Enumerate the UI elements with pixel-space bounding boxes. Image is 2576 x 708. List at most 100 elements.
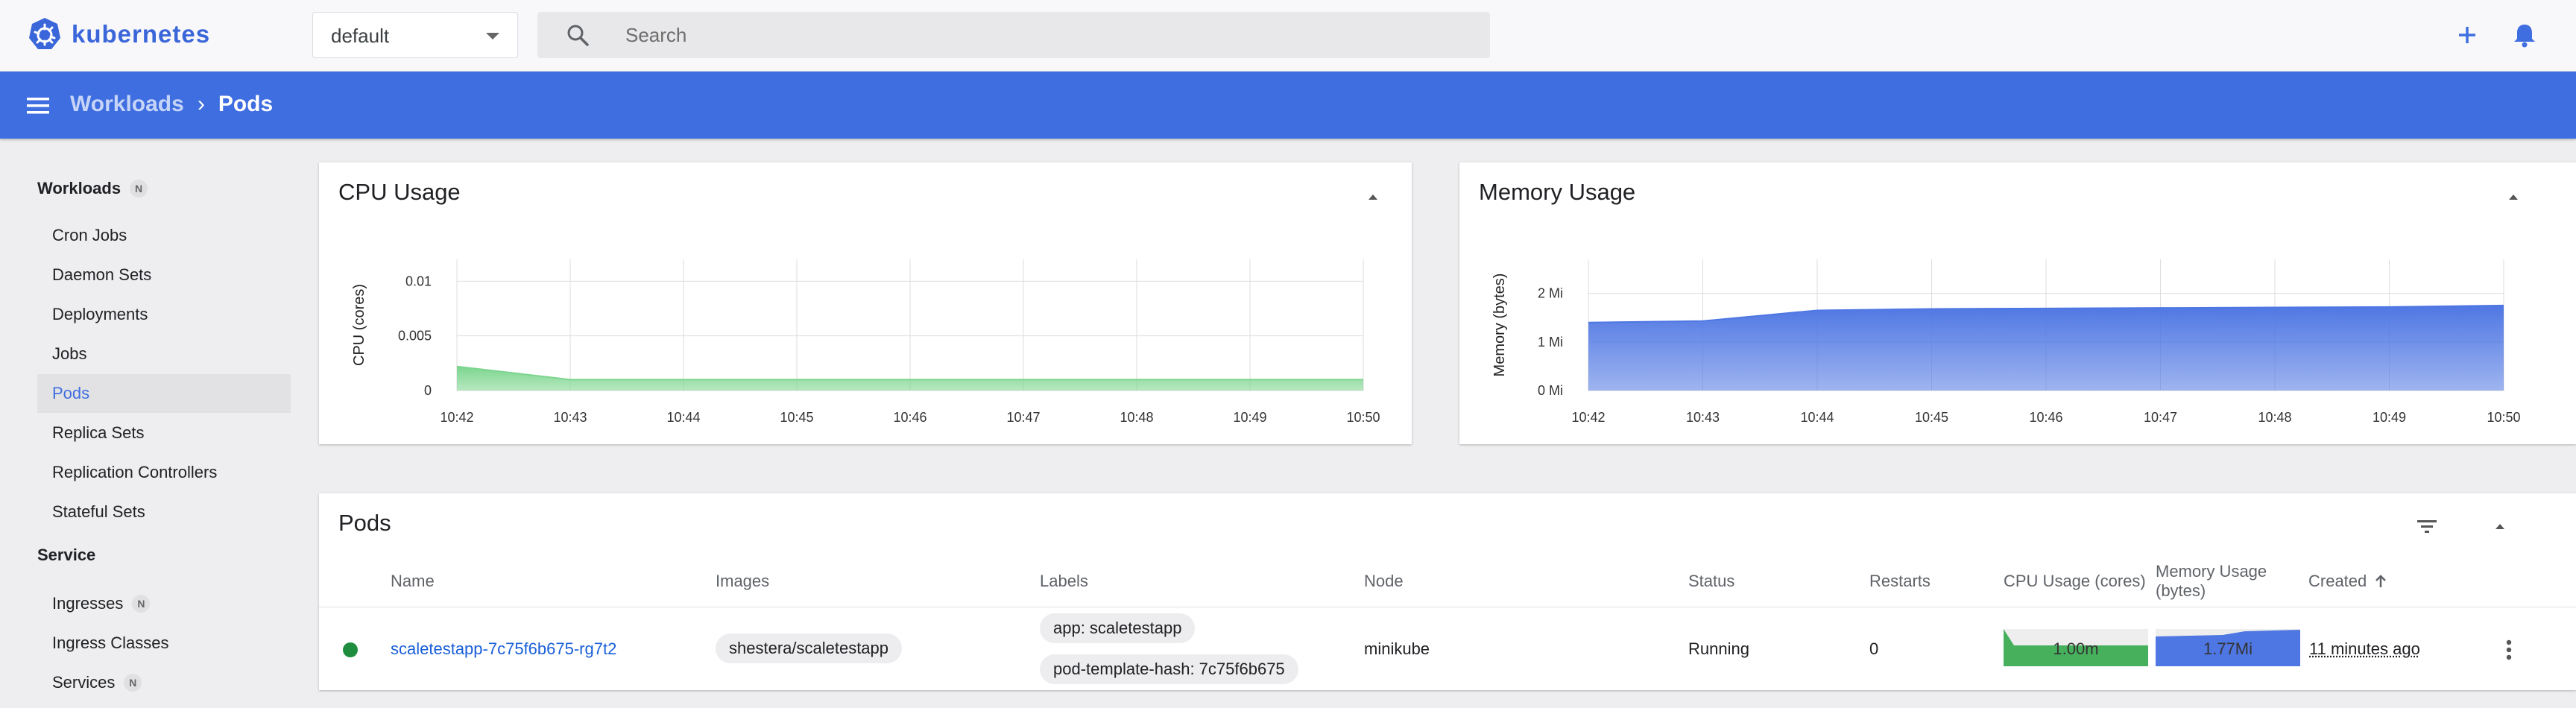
column-header-labels: Labels: [1040, 572, 1088, 590]
header-bar: Workloads › Pods: [0, 72, 2576, 139]
cpu-y-tick-label: 0: [424, 383, 432, 398]
sidebar-section-workloads[interactable]: Workloads N: [37, 179, 148, 198]
memory-x-tick-label: 10:49: [2373, 410, 2406, 425]
memory-usage-card: Memory Usage 0 Mi 1 Mi 2 Mi 10:42 10:43 10:44…: [1459, 162, 2576, 444]
column-header-name[interactable]: Name: [391, 572, 435, 591]
menu-icon[interactable]: [22, 89, 55, 122]
column-header-images: Images: [716, 572, 770, 590]
arrow-up-icon: [2375, 575, 2387, 587]
column-header-node[interactable]: Node: [1364, 572, 1404, 591]
memory-x-tick-label: 10:42: [1571, 410, 1605, 425]
memory-x-tick-label: 10:46: [2029, 410, 2062, 425]
memory-y-tick-label: 1 Mi: [1538, 335, 1563, 350]
sidebar-item-replication-controllers[interactable]: Replication Controllers: [37, 453, 291, 492]
memory-y-tick-label: 0 Mi: [1538, 383, 1563, 398]
status-running-icon: [343, 642, 358, 657]
sidebar-item-label: Ingresses: [52, 594, 124, 613]
pod-restarts: 0: [1869, 639, 1879, 658]
cpu-x-tick-label: 10:47: [1006, 410, 1040, 425]
sidebar-item-services[interactable]: Services N: [37, 663, 291, 702]
sidebar-item-label: Cron Jobs: [52, 226, 127, 244]
more-vert-icon[interactable]: [2498, 635, 2519, 665]
memory-x-tick-label: 10:44: [1800, 410, 1834, 425]
pod-cpu-value: 1.00m: [2053, 639, 2099, 658]
cpu-usage-chart: 0 0.005 0.01 10:42 10:43 10:44 10:45 10:46 10:47…: [351, 259, 1380, 425]
namespaced-badge: N: [124, 674, 142, 692]
memory-y-axis-label: Memory (bytes): [1491, 274, 1508, 377]
kubernetes-logo[interactable]: kubernetes: [27, 16, 210, 52]
cpu-x-tick-label: 10:48: [1120, 410, 1153, 425]
pod-node: minikube: [1364, 639, 1430, 658]
cpu-x-tick-label: 10:50: [1346, 410, 1380, 425]
sidebar-item-label: Ingress Classes: [52, 633, 169, 652]
sidebar: Workloads N Cron Jobs Daemon Sets Deploy…: [0, 139, 306, 708]
breadcrumb-separator: ›: [197, 92, 205, 116]
sidebar-item-label: Replication Controllers: [52, 463, 218, 481]
sidebar-item-cron-jobs[interactable]: Cron Jobs: [37, 216, 291, 255]
sidebar-item-replica-sets[interactable]: Replica Sets: [37, 414, 291, 452]
pod-status: Running: [1688, 639, 1749, 658]
sidebar-section-label: Service: [37, 546, 96, 564]
sidebar-item-stateful-sets[interactable]: Stateful Sets: [37, 493, 291, 531]
cpu-y-tick-label: 0.01: [405, 274, 432, 288]
cpu-y-tick-label: 0.005: [398, 329, 432, 344]
sidebar-item-label: Services: [52, 673, 116, 692]
cpu-x-tick-label: 10:45: [780, 410, 813, 425]
sidebar-section-service[interactable]: Service: [37, 546, 95, 565]
column-header-status[interactable]: Status: [1688, 572, 1734, 591]
pod-created: 11 minutes ago: [2309, 639, 2420, 658]
breadcrumb-workloads-link[interactable]: Workloads: [70, 92, 184, 117]
label-chip: pod-template-hash: 7c75f6b675: [1040, 654, 1298, 684]
column-header-cpu-usage: CPU Usage (cores): [2004, 572, 2146, 590]
kubernetes-icon: [29, 18, 60, 49]
column-header-memory-usage: Memory Usage (bytes): [2156, 562, 2267, 600]
pod-memory-value: 1.77Mi: [2203, 639, 2253, 658]
namespaced-badge: N: [130, 180, 148, 197]
search-bar[interactable]: [537, 12, 1490, 58]
sidebar-section-label: Workloads: [37, 179, 121, 197]
sidebar-item-jobs[interactable]: Jobs: [37, 335, 291, 373]
collapse-icon[interactable]: [2485, 511, 2515, 541]
sidebar-item-label: Daemon Sets: [52, 265, 152, 284]
sidebar-item-label: Stateful Sets: [52, 502, 145, 521]
sidebar-item-label: Pods: [52, 384, 90, 402]
memory-x-tick-label: 10:50: [2487, 410, 2520, 425]
filter-icon[interactable]: [2412, 511, 2442, 541]
create-resource-button[interactable]: [2449, 16, 2486, 54]
memory-x-tick-label: 10:43: [1686, 410, 1720, 425]
memory-x-tick-label: 10:48: [2258, 410, 2291, 425]
cpu-x-tick-label: 10:43: [553, 410, 587, 425]
namespaced-badge: N: [132, 595, 151, 613]
app-name: kubernetes: [72, 20, 211, 48]
sidebar-item-label: Jobs: [52, 344, 87, 363]
search-icon: [567, 25, 589, 46]
memory-x-tick-label: 10:47: [2144, 410, 2177, 425]
search-input[interactable]: [625, 21, 1445, 49]
sidebar-item-pods[interactable]: Pods: [37, 374, 291, 413]
pods-card-title: Pods: [338, 510, 391, 536]
sidebar-item-ingress-classes[interactable]: Ingress Classes: [37, 624, 291, 663]
breadcrumb: Workloads › Pods: [70, 92, 273, 117]
cpu-usage-card: CPU Usage 0 0.005 0.01 10:42 10:43 10:44 10:45…: [319, 162, 1412, 444]
sidebar-item-ingresses[interactable]: Ingresses N: [37, 584, 291, 623]
sidebar-item-deployments[interactable]: Deployments: [37, 295, 291, 334]
top-bar: kubernetes default: [0, 0, 2576, 72]
breadcrumb-current: Pods: [218, 92, 274, 116]
namespace-select[interactable]: default: [312, 12, 518, 58]
sidebar-item-label: Replica Sets: [52, 423, 145, 442]
sidebar-item-daemon-sets[interactable]: Daemon Sets: [37, 256, 291, 294]
notifications-bell-icon[interactable]: [2506, 16, 2543, 54]
cpu-x-tick-label: 10:46: [893, 410, 926, 425]
memory-x-tick-label: 10:45: [1915, 410, 1948, 425]
cpu-y-axis-label: CPU (cores): [351, 284, 367, 366]
memory-y-tick-label: 2 Mi: [1538, 286, 1563, 301]
column-header-created[interactable]: Created: [2308, 572, 2389, 591]
sidebar-item-label: Deployments: [52, 305, 148, 323]
cpu-x-tick-label: 10:49: [1233, 410, 1266, 425]
image-chip: shestera/scaletestapp: [716, 633, 903, 663]
column-header-restarts[interactable]: Restarts: [1869, 572, 1931, 591]
label-chip: app: scaletestapp: [1040, 613, 1196, 643]
pod-name-link[interactable]: scaletestapp-7c75f6b675-rg7t2: [391, 639, 616, 659]
memory-usage-chart: 0 Mi 1 Mi 2 Mi 10:42 10:43 10:44 10:45 10:46 10:…: [1491, 259, 2521, 425]
cpu-x-tick-label: 10:44: [666, 410, 700, 425]
